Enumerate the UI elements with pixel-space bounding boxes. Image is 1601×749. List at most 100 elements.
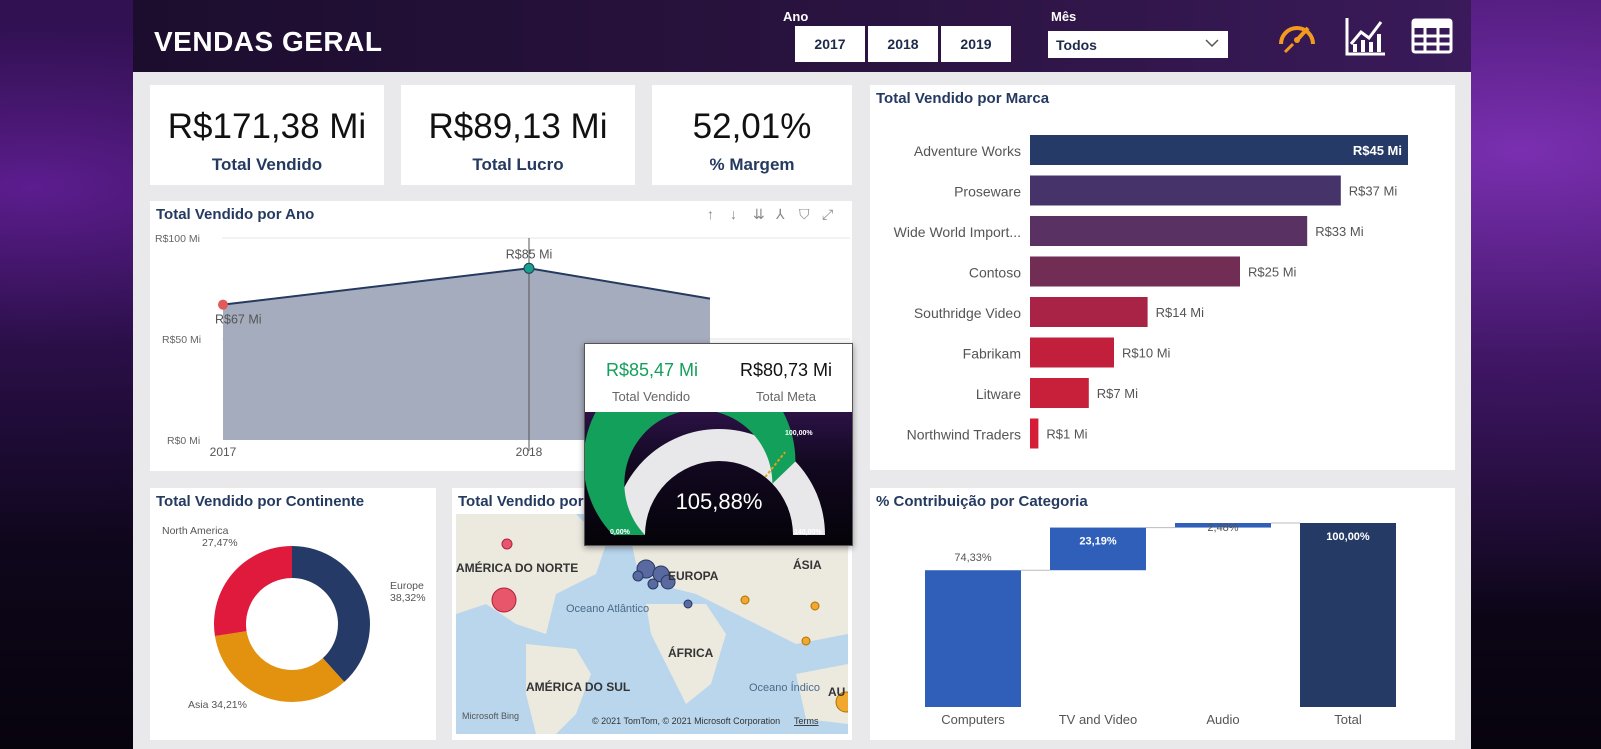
chevron-down-icon	[1205, 39, 1219, 48]
kpi-label: Total Lucro	[472, 155, 564, 174]
map-label: ÁFRICA	[668, 645, 714, 660]
kpi-label: Total Vendido	[211, 155, 323, 174]
bar-data-label: R$45 Mi	[1353, 143, 1402, 158]
map-label: Oceano Índico	[749, 681, 820, 694]
map-copyright: © 2021 TomTom, © 2021 Microsoft Corporat…	[592, 716, 780, 726]
line-chart-icon[interactable]	[1343, 14, 1387, 58]
focus-mode-icon[interactable]: ⤢	[822, 206, 833, 222]
waterfall-chart-svg: 74,33% Computers 23,19% TV and Video 2,48% Au…	[925, 522, 1396, 727]
bar-category-label: Wide World Import...	[894, 224, 1021, 240]
bar-category-label: Adventure Works	[914, 143, 1021, 159]
waterfall-category-label: Audio	[1206, 712, 1239, 727]
map-label: AU	[828, 685, 845, 699]
mes-dropdown-value: Todos	[1056, 37, 1097, 53]
map-label: AMÉRICA DO SUL	[526, 679, 630, 694]
bar-data-label: R$33 Mi	[1315, 224, 1364, 239]
page-title: VENDAS GERAL	[154, 26, 383, 57]
bar[interactable]	[1030, 256, 1240, 287]
map-terms-link[interactable]: Terms	[794, 716, 819, 726]
map-label: Oceano Atlântico	[566, 603, 649, 615]
filter-icon[interactable]: ⛉	[799, 206, 810, 222]
waterfall-bar[interactable]	[1050, 527, 1146, 571]
mes-dropdown[interactable]: Todos	[1048, 31, 1228, 58]
chart-tooltip: R$85,47 Mi Total Vendido R$80,73 Mi Tota…	[583, 343, 853, 546]
donut-slice[interactable]	[214, 631, 345, 702]
donut-chart-svg: Europe38,32% Asia 34,21% North America27,4…	[162, 525, 426, 711]
year-2018-button[interactable]: 2018	[868, 26, 938, 62]
gauge-target-label: 100,00%	[785, 430, 813, 437]
bar[interactable]	[1030, 216, 1308, 246]
bar-data-label: R$37 Mi	[1349, 184, 1398, 199]
donut-pct: 38,32%	[390, 592, 426, 604]
chart-vendido-por-marca[interactable]: Total Vendido por Marca Adventure Works R…	[870, 85, 1455, 470]
kpi-margem: 52,01% % Margem	[652, 85, 852, 185]
donut-slice[interactable]	[292, 546, 370, 682]
waterfall-bar[interactable]	[925, 570, 1021, 707]
gauge-svg: 105,88% 0,00% 140,00% 100,00%	[583, 355, 825, 536]
bar[interactable]	[1030, 378, 1089, 408]
tooltip-total-vendido-label: Total Vendido	[612, 389, 691, 404]
data-label-2018: R$85 Mi	[506, 247, 553, 261]
kpi-value: 52,01%	[692, 107, 812, 146]
bar-category-label: Fabrikam	[963, 346, 1021, 362]
bar-data-label: R$7 Mi	[1097, 386, 1138, 401]
gauge-max-label: 140,00%	[794, 529, 822, 536]
kpi-value: R$89,13 Mi	[428, 107, 608, 146]
gauge-min-label: 0,00%	[610, 529, 631, 536]
waterfall-data-label: 100,00%	[1326, 531, 1370, 543]
data-point-2017[interactable]	[218, 299, 228, 310]
bar-data-label: R$1 Mi	[1046, 427, 1087, 442]
year-2017-button[interactable]: 2017	[795, 26, 865, 62]
kpi-value: R$171,38 Mi	[167, 107, 367, 146]
bar[interactable]	[1030, 135, 1408, 165]
x-tick-2017: 2017	[210, 445, 237, 459]
world-map[interactable]: AMÉRICA DO NORTE EUROPA ÁSIA Oceano Atlâ…	[456, 514, 848, 734]
gauge-value: 105,88%	[676, 489, 763, 514]
waterfall-data-label: 2,48%	[1207, 522, 1238, 534]
bar[interactable]	[1030, 175, 1341, 206]
donut-label: Europe	[390, 580, 424, 592]
expand-all-icon[interactable]: ⇊	[753, 206, 765, 222]
tooltip-total-vendido-value: R$85,47 Mi	[606, 360, 699, 380]
chart-contribuicao-categoria[interactable]: % Contribuição por Categoria 74,33% Compu…	[870, 488, 1455, 740]
waterfall-category-label: Total	[1334, 712, 1362, 727]
report-header: VENDAS GERAL Ano 2017 2018 2019 Mês Todo…	[133, 0, 1471, 72]
bar-data-label: R$14 Mi	[1156, 305, 1205, 320]
waterfall-data-label: 23,19%	[1079, 536, 1117, 548]
donut-pct: 27,47%	[202, 537, 238, 549]
chart-vendido-por-continente[interactable]: Total Vendido por Continente Europe 38,32…	[150, 488, 436, 740]
waterfall-bar[interactable]	[1300, 523, 1396, 707]
bar[interactable]	[1030, 337, 1114, 368]
map-label: AMÉRICA DO NORTE	[456, 560, 578, 575]
drill-down-icon[interactable]: ↓	[730, 206, 737, 222]
y-tick-label: R$50 Mi	[162, 334, 201, 346]
table-icon[interactable]	[1410, 14, 1454, 58]
bar-category-label: Southridge Video	[914, 305, 1021, 321]
waterfall-data-label: 74,33%	[954, 552, 992, 564]
y-tick-label: R$0 Mi	[167, 435, 200, 447]
kpi-total-vendido: R$171,38 Mi Total Vendido	[150, 85, 384, 185]
donut-label: Asia 34,21%	[188, 699, 247, 711]
drill-hierarchy-icon[interactable]: ⅄	[775, 206, 785, 222]
mes-label: Mês	[1051, 9, 1077, 24]
sort-asc-icon[interactable]: ↑	[707, 206, 714, 222]
ano-label: Ano	[783, 9, 809, 24]
bar[interactable]	[1030, 418, 1039, 449]
kpi-label: % Margem	[709, 155, 795, 174]
bar-category-label: Contoso	[969, 265, 1021, 281]
bar-data-label: R$25 Mi	[1248, 265, 1297, 280]
tooltip-total-meta-value: R$80,73 Mi	[740, 360, 833, 380]
bar-category-label: Litware	[976, 386, 1021, 402]
kpi-total-lucro: R$89,13 Mi Total Lucro	[401, 85, 635, 185]
bar-data-label: R$10 Mi	[1122, 346, 1171, 361]
bar[interactable]	[1030, 297, 1148, 327]
tooltip-total-meta-label: Total Meta	[756, 389, 816, 404]
bar-category-label: Northwind Traders	[907, 427, 1021, 443]
tooltip-gauge: 105,88% 0,00% 140,00% 100,00%	[583, 355, 852, 545]
data-point-2018[interactable]	[523, 262, 535, 274]
year-2019-button[interactable]: 2019	[941, 26, 1011, 62]
dashboard-gauge-icon[interactable]	[1275, 14, 1319, 58]
map-label: EUROPA	[668, 569, 719, 583]
donut-label: North America	[162, 525, 229, 537]
donut-slice[interactable]	[214, 546, 292, 637]
